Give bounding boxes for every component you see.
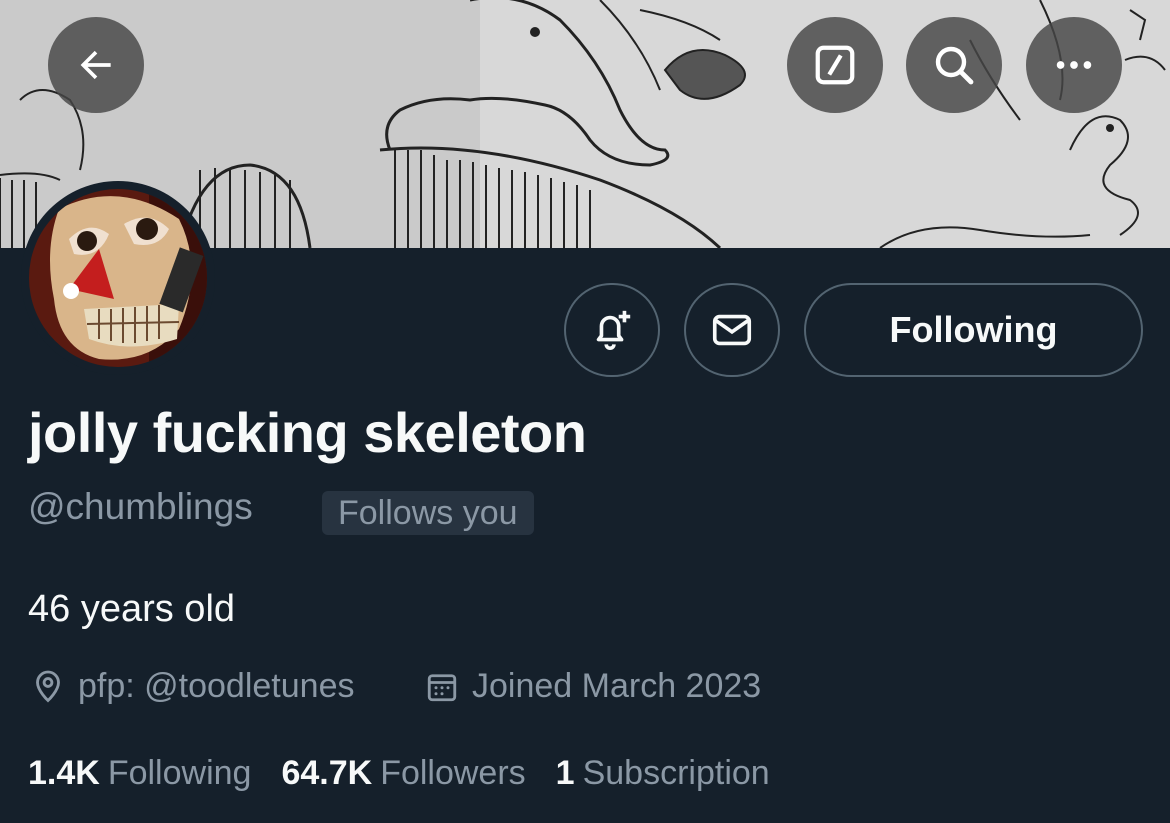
compose-icon bbox=[815, 45, 855, 85]
following-label: Following bbox=[107, 754, 252, 792]
following-button[interactable]: Following bbox=[804, 283, 1143, 377]
followers-label: Followers bbox=[380, 754, 526, 792]
more-icon bbox=[1056, 61, 1092, 69]
display-name: jolly fucking skeleton bbox=[28, 401, 587, 464]
join-date: Joined March 2023 bbox=[424, 667, 761, 706]
location-pin-icon bbox=[36, 670, 60, 702]
bio: 46 years old bbox=[28, 588, 236, 630]
followers-count: 64.7K bbox=[281, 754, 373, 792]
followers-stat[interactable]: 64.7K Followers bbox=[281, 754, 525, 793]
handle: @chumblings bbox=[28, 486, 253, 527]
location-text[interactable]: pfp: @toodletunes bbox=[78, 667, 354, 706]
subscription-count: 1 bbox=[555, 754, 575, 792]
arrow-left-icon bbox=[80, 50, 111, 80]
location: pfp: @toodletunes bbox=[30, 667, 354, 706]
search-button[interactable] bbox=[906, 17, 1002, 113]
following-stat[interactable]: 1.4K Following bbox=[28, 754, 251, 793]
avatar-image bbox=[29, 189, 207, 367]
bell-plus-icon bbox=[596, 310, 631, 350]
envelope-icon bbox=[712, 314, 752, 346]
subscription-stat[interactable]: 1 Subscription bbox=[556, 754, 770, 793]
compose-button[interactable] bbox=[787, 17, 883, 113]
message-button[interactable] bbox=[684, 283, 780, 377]
search-icon bbox=[935, 46, 974, 85]
following-count: 1.4K bbox=[28, 754, 100, 792]
following-button-label: Following bbox=[889, 309, 1058, 350]
more-button[interactable] bbox=[1026, 17, 1122, 113]
calendar-icon bbox=[427, 673, 457, 701]
subscription-label: Subscription bbox=[582, 754, 770, 792]
notify-button[interactable] bbox=[564, 283, 660, 377]
stats-row: 1.4K Following 64.7K Followers 1 Subscripti… bbox=[28, 754, 770, 793]
joined-text: Joined March 2023 bbox=[472, 667, 762, 705]
back-button[interactable] bbox=[48, 17, 144, 113]
follows-you-badge: Follows you bbox=[322, 491, 534, 535]
avatar[interactable] bbox=[21, 181, 215, 375]
